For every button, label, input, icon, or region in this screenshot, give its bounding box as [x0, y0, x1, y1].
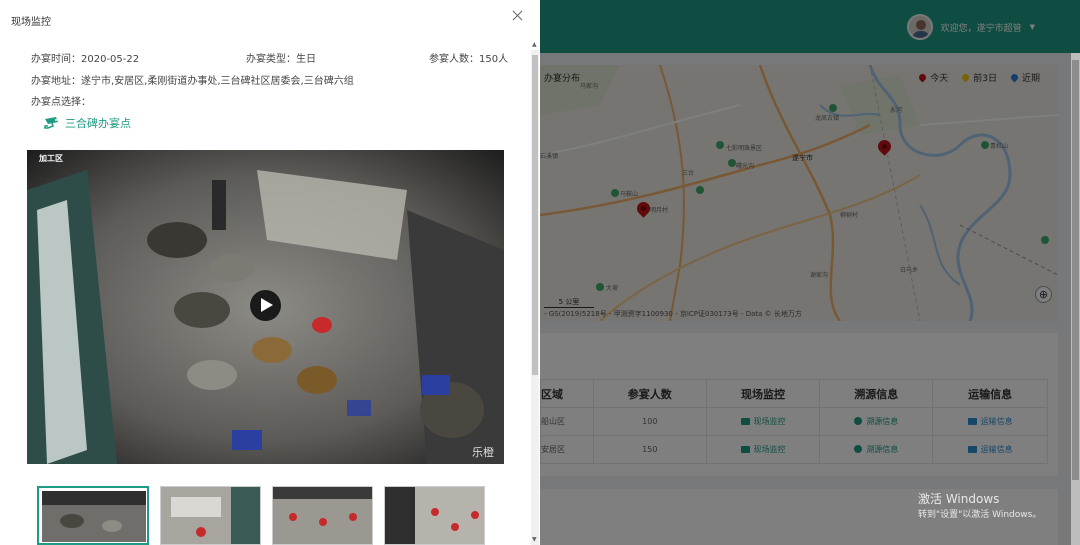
banquet-type: 办宴类型：生日: [246, 54, 316, 65]
camera-label: 加工区: [39, 154, 63, 163]
banquet-address: 办宴地址：遂宁市,安居区,柔刚街道办事处,三台碑社区居委会,三台碑六组: [31, 76, 354, 87]
site-name[interactable]: 三合碑办宴点: [65, 115, 131, 131]
thumbnail-image: [273, 487, 372, 544]
watermark-subtitle: 转到"设置"以激活 Windows。: [918, 510, 1042, 520]
banquet-people: 参宴人数：150人: [429, 54, 509, 65]
thumbnail[interactable]: [272, 486, 373, 545]
thumbnail-image: [161, 487, 260, 544]
thumbnail[interactable]: [37, 486, 149, 545]
cctv-camera-icon: [44, 117, 58, 129]
scroll-up-arrow-icon[interactable]: ▲: [532, 41, 538, 49]
banquet-date: 办宴时间：2020-05-22: [31, 54, 140, 65]
thumbnail[interactable]: [384, 486, 485, 545]
close-icon[interactable]: [511, 9, 525, 23]
modal-scrollbar-thumb[interactable]: [532, 55, 538, 375]
live-monitor-modal: 现场监控 办宴时间：2020-05-22 办宴类型：生日 参宴人数：150人 办…: [0, 0, 540, 545]
video-watermark: 乐橙: [472, 446, 494, 459]
play-button[interactable]: [250, 290, 281, 321]
watermark-title: 激活 Windows: [918, 492, 1000, 506]
thumbnail-image: [385, 487, 484, 544]
site-select-label: 办宴点选择：: [31, 97, 91, 108]
page-scrollbar-thumb[interactable]: [1072, 60, 1079, 480]
scroll-down-arrow-icon[interactable]: ▼: [532, 536, 538, 544]
windows-activation-watermark: 激活 Windows 转到"设置"以激活 Windows。: [918, 490, 1041, 520]
thumbnail-strip: [37, 486, 496, 545]
thumbnail[interactable]: [160, 486, 261, 545]
site-option[interactable]: 三合碑办宴点: [44, 115, 131, 131]
thumbnail-image: [42, 491, 146, 542]
video-player[interactable]: 加工区 乐橙: [27, 150, 504, 464]
modal-title: 现场监控: [11, 17, 51, 28]
